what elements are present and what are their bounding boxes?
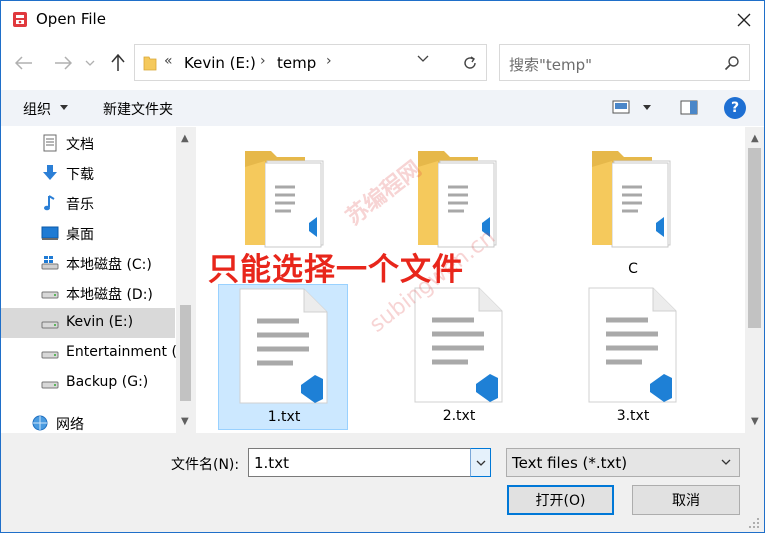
- file-item-1-txt[interactable]: 1.txt: [218, 284, 348, 430]
- file-list-scroll-thumb[interactable]: [748, 148, 761, 328]
- sidebar-item-label: 音乐: [66, 197, 94, 213]
- chevron-down-icon: [721, 459, 731, 465]
- view-options-icon[interactable]: [612, 99, 630, 115]
- preview-pane-icon[interactable]: [680, 100, 698, 115]
- sidebar-item-documents[interactable]: 文档: [0, 128, 175, 158]
- refresh-button[interactable]: [453, 44, 487, 81]
- windows-drive-icon: [41, 256, 59, 270]
- chevron-down-icon: [85, 60, 95, 66]
- folder-icon: [245, 151, 324, 248]
- breadcrumb-separator[interactable]: ›: [260, 53, 266, 69]
- file-item-folder-c[interactable]: C: [568, 137, 698, 277]
- filename-value: 1.txt: [254, 454, 289, 472]
- scroll-down-icon[interactable]: ▼: [181, 416, 189, 427]
- search-placeholder: 搜索"temp": [509, 56, 593, 74]
- open-button-label: 打开(O): [535, 493, 586, 509]
- sidebar-item-label: 本地磁盘 (D:): [66, 287, 153, 303]
- sidebar-item-drive-g[interactable]: Backup (G:): [0, 368, 175, 398]
- sidebar-item-label: 网络: [56, 417, 84, 433]
- help-icon: ?: [730, 100, 740, 116]
- annotation-text: 只能选择一个文件: [208, 252, 464, 288]
- text-file-icon: [588, 287, 677, 403]
- forward-button[interactable]: [51, 51, 75, 75]
- up-button[interactable]: [106, 51, 130, 75]
- sidebar-item-desktop[interactable]: 桌面: [0, 218, 175, 248]
- cancel-button[interactable]: 取消: [632, 485, 740, 515]
- sidebar-item-label: Kevin (E:): [66, 314, 134, 330]
- cancel-button-label: 取消: [672, 493, 700, 509]
- drive-icon: [41, 321, 59, 329]
- close-button[interactable]: [729, 7, 759, 33]
- help-button[interactable]: ?: [724, 97, 746, 119]
- recent-locations-button[interactable]: [82, 51, 98, 75]
- search-input[interactable]: 搜索"temp": [499, 44, 750, 81]
- new-folder-button[interactable]: 新建文件夹: [103, 99, 173, 119]
- filename-label: 文件名(N):: [171, 457, 240, 473]
- folder-icon: [592, 151, 671, 248]
- sidebar-item-downloads[interactable]: 下载: [0, 158, 175, 188]
- folder-icon: [418, 151, 497, 248]
- refresh-icon: [463, 55, 476, 69]
- app-icon: [13, 12, 27, 27]
- title-bar: Open File: [0, 0, 765, 38]
- organize-menu[interactable]: 组织: [23, 99, 51, 119]
- chevron-down-icon: [476, 460, 485, 466]
- resize-grip-icon[interactable]: [748, 517, 760, 529]
- filetype-select[interactable]: Text files (*.txt): [506, 448, 740, 477]
- scroll-up-icon[interactable]: ▲: [751, 133, 759, 144]
- caret-down-icon[interactable]: [60, 105, 68, 110]
- sidebar-item-label: 下载: [66, 167, 94, 183]
- address-bar[interactable]: « Kevin (E:) › temp ›: [134, 44, 487, 81]
- arrow-up-icon: [111, 54, 125, 71]
- drive-icon: [41, 291, 59, 299]
- desktop-icon: [41, 226, 59, 240]
- file-item-label: 3.txt: [616, 408, 650, 424]
- sidebar-item-drive-e[interactable]: Kevin (E:): [0, 308, 175, 338]
- open-button[interactable]: 打开(O): [507, 485, 614, 515]
- sidebar-item-network[interactable]: 网络: [0, 408, 175, 433]
- breadcrumb-drive[interactable]: Kevin (E:): [184, 54, 256, 72]
- sidebar-scroll-thumb[interactable]: [180, 305, 191, 401]
- documents-icon: [43, 134, 57, 152]
- sidebar-item-music[interactable]: 音乐: [0, 188, 175, 218]
- sidebar-item-label: 本地磁盘 (C:): [66, 257, 152, 273]
- breadcrumb-folder[interactable]: temp: [277, 54, 316, 72]
- window-title: Open File: [36, 10, 106, 28]
- file-item-label: 1.txt: [267, 409, 301, 425]
- filetype-value: Text files (*.txt): [512, 454, 628, 472]
- address-overflow[interactable]: «: [164, 53, 173, 69]
- sidebar-item-label: Backup (G:): [66, 374, 149, 390]
- breadcrumb-separator[interactable]: ›: [326, 53, 332, 69]
- caret-down-icon[interactable]: [643, 105, 651, 110]
- back-button[interactable]: [12, 51, 36, 75]
- sidebar-item-drive-d[interactable]: 本地磁盘 (D:): [0, 278, 175, 308]
- sidebar-item-drive-f[interactable]: Entertainment (: [0, 338, 177, 368]
- command-bar: 组织 新建文件夹 ?: [0, 90, 765, 126]
- filename-history-dropdown[interactable]: [470, 448, 491, 477]
- folder-icon: [143, 56, 157, 71]
- network-icon: [32, 415, 48, 431]
- drive-icon: [41, 381, 59, 389]
- search-icon[interactable]: [724, 55, 740, 71]
- scroll-up-icon[interactable]: ▲: [181, 133, 189, 144]
- sidebar-item-label: 文档: [66, 137, 94, 153]
- downloads-icon: [43, 165, 57, 180]
- scroll-down-icon[interactable]: ▼: [751, 416, 759, 427]
- arrow-left-icon: [15, 56, 32, 70]
- file-item-label: 2.txt: [442, 408, 476, 424]
- arrow-right-icon: [55, 56, 72, 70]
- sidebar-item-label: 桌面: [66, 227, 94, 243]
- sidebar-item-drive-c[interactable]: 本地磁盘 (C:): [0, 248, 175, 278]
- file-item-3-txt[interactable]: 3.txt: [568, 284, 698, 430]
- file-item-label: C: [628, 261, 638, 277]
- close-icon: [737, 13, 751, 27]
- chevron-down-icon[interactable]: [417, 55, 429, 63]
- navigation-pane[interactable]: 文档 下载 音乐 桌面 本地磁盘 (C:) 本地磁盘 (D:) Kevin (E…: [0, 127, 196, 433]
- music-icon: [44, 195, 55, 211]
- filename-field[interactable]: 1.txt: [248, 448, 491, 477]
- sidebar-item-label: Entertainment (: [66, 344, 177, 360]
- drive-icon: [41, 351, 59, 359]
- text-file-icon: [239, 288, 328, 404]
